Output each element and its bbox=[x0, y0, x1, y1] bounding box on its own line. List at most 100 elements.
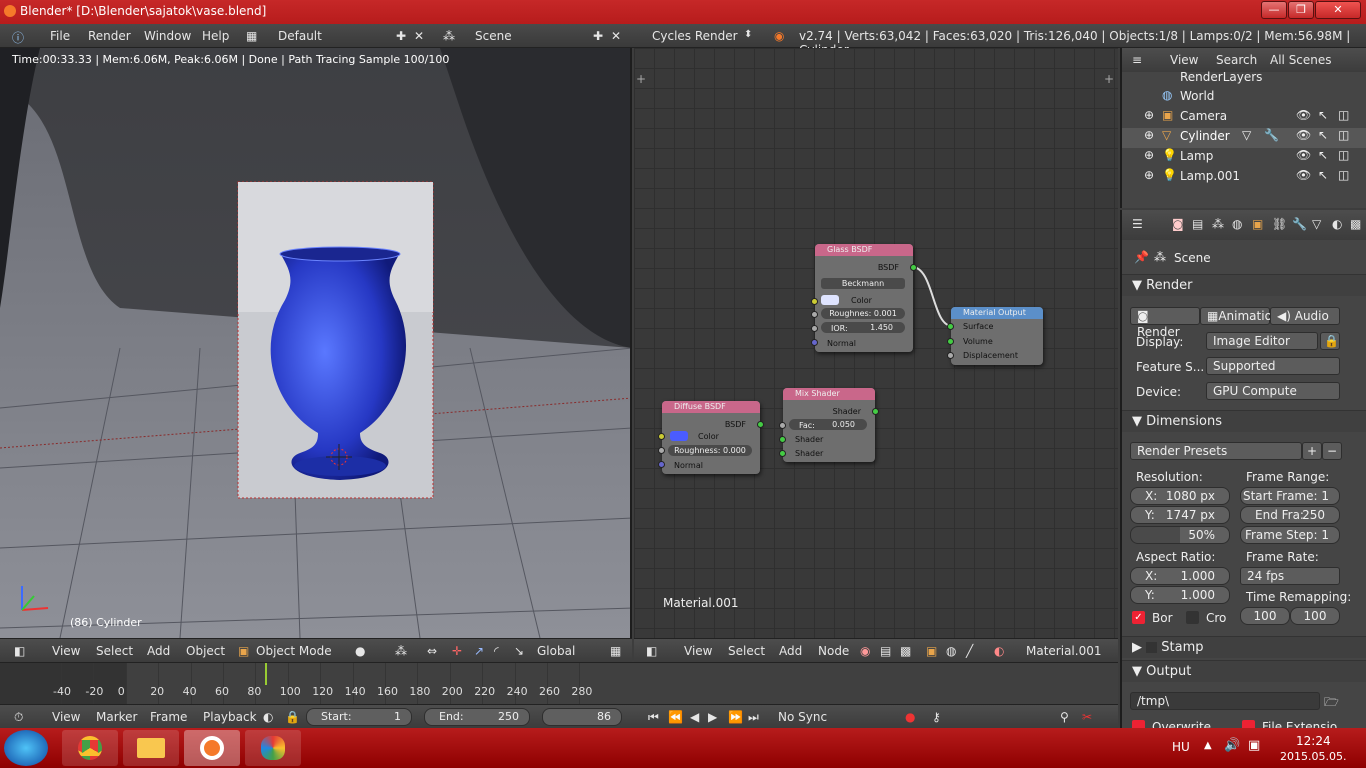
outliner-item-cylinder[interactable]: ⊕ ▽ Cylinder ▽ 🔧 👁 ↖ ◫ bbox=[1122, 128, 1366, 148]
visibility-icon[interactable]: 👁 bbox=[1296, 108, 1311, 122]
device-select[interactable]: GPU Compute bbox=[1206, 382, 1340, 400]
outliner-item-lamp-001[interactable]: ⊕ 💡 Lamp.001 👁 ↖ ◫ bbox=[1122, 168, 1366, 188]
data-tab-icon[interactable]: ▽ bbox=[1312, 217, 1321, 231]
glass-normal-socket[interactable] bbox=[811, 339, 818, 346]
network-icon[interactable]: ▣ bbox=[1248, 738, 1260, 753]
material-tab-icon[interactable]: ◐ bbox=[1332, 217, 1342, 231]
menu-file[interactable]: File bbox=[50, 29, 70, 43]
editor-type-icon[interactable]: ◧ bbox=[14, 644, 25, 658]
lock-icon[interactable]: 🔒 bbox=[1320, 332, 1340, 350]
preview-range-icon[interactable]: ◐ bbox=[263, 710, 273, 724]
properties-editor-icon[interactable]: ☰ bbox=[1132, 217, 1143, 231]
output-panel-header[interactable]: ▼ Output bbox=[1122, 660, 1366, 682]
modifiers-tab-icon[interactable]: 🔧 bbox=[1292, 217, 1307, 231]
close-button[interactable]: ✕ bbox=[1315, 1, 1361, 19]
end-frame-timeline-field[interactable]: End: 250 bbox=[424, 708, 530, 726]
render-toggle-icon[interactable]: ◫ bbox=[1338, 128, 1349, 142]
record-icon[interactable]: ● bbox=[905, 710, 915, 724]
properties-editor[interactable]: ☰ ◙ ▤ ⁂ ◍ ▣ ⛓ 🔧 ▽ ◐ ▩ 📌 ⁂ Scene ▼ Render… bbox=[1120, 210, 1366, 730]
border-checkbox[interactable]: ✓ bbox=[1132, 611, 1145, 624]
node-menu-node[interactable]: Node bbox=[818, 644, 849, 658]
output-volume-socket[interactable] bbox=[947, 338, 954, 345]
outliner-menu-search[interactable]: Search bbox=[1216, 53, 1257, 67]
remove-layout-button[interactable]: ✕ bbox=[414, 29, 424, 43]
compositing-nodes-icon[interactable]: ▩ bbox=[900, 644, 911, 658]
remap-old-field[interactable]: 100 bbox=[1240, 607, 1290, 625]
glass-roughness-socket[interactable] bbox=[811, 311, 818, 318]
render-toggle-icon[interactable]: ◫ bbox=[1338, 168, 1349, 182]
object-shader-icon[interactable]: ▣ bbox=[926, 644, 937, 658]
outliner-filter-select[interactable]: All Scenes bbox=[1270, 53, 1332, 67]
3d-viewport[interactable]: Time:00:33.33 | Mem:6.06M, Peak:6.06M | … bbox=[0, 48, 632, 638]
material-name-field[interactable]: Material.001 bbox=[1026, 644, 1101, 658]
resolution-percentage-slider[interactable]: 50% bbox=[1130, 526, 1230, 544]
object-tab-icon[interactable]: ▣ bbox=[1252, 217, 1263, 231]
menu-render[interactable]: Render bbox=[88, 29, 131, 43]
select-icon[interactable]: ↖ bbox=[1318, 128, 1328, 142]
feature-set-select[interactable]: Supported bbox=[1206, 357, 1340, 375]
resolution-y-field[interactable]: Y: 1747 px bbox=[1130, 506, 1230, 524]
node-editor[interactable]: Glass BSDF BSDF Beckmann Color Roughnes:… bbox=[634, 48, 1118, 638]
visibility-icon[interactable]: 👁 bbox=[1296, 128, 1311, 142]
output-surface-socket[interactable] bbox=[947, 323, 954, 330]
stamp-panel-header[interactable]: ▶ Stamp bbox=[1122, 636, 1366, 658]
keyboard-language[interactable]: HU bbox=[1172, 740, 1190, 754]
mix-shader1-socket[interactable] bbox=[779, 436, 786, 443]
glass-bsdf-node[interactable]: Glass BSDF BSDF Beckmann Color Roughnes:… bbox=[811, 244, 917, 352]
remap-new-field[interactable]: 100 bbox=[1290, 607, 1340, 625]
tray-expand-icon[interactable]: ▲ bbox=[1204, 740, 1212, 751]
remove-scene-button[interactable]: ✕ bbox=[611, 29, 621, 43]
render-engine-select[interactable]: Cycles Render bbox=[652, 29, 738, 43]
expand-icon[interactable]: ⊕ bbox=[1144, 168, 1154, 182]
glass-ior-socket[interactable] bbox=[811, 325, 818, 332]
glass-distribution-select[interactable]: Beckmann bbox=[821, 278, 905, 289]
audio-button[interactable]: ◀) Audio bbox=[1270, 307, 1340, 325]
jump-key-back-icon[interactable]: ⏪ bbox=[668, 710, 683, 724]
start-button[interactable] bbox=[4, 730, 48, 766]
render-layers-tab-icon[interactable]: ▤ bbox=[1192, 217, 1203, 231]
glass-color-socket[interactable] bbox=[811, 298, 818, 305]
menu-help[interactable]: Help bbox=[202, 29, 229, 43]
layout-name[interactable]: Default bbox=[278, 29, 322, 43]
outliner-item-camera[interactable]: ⊕ ▣ Camera 👁 ↖ ◫ bbox=[1122, 108, 1366, 128]
remove-preset-button[interactable]: − bbox=[1322, 442, 1342, 460]
outliner[interactable]: ≡ View Search All Scenes RenderLayers ◍ W… bbox=[1120, 48, 1366, 208]
sync-mode-select[interactable]: No Sync bbox=[778, 710, 827, 724]
render-presets-select[interactable]: Render Presets bbox=[1130, 442, 1302, 460]
render-button[interactable]: ◙ Render bbox=[1130, 307, 1200, 339]
viewport-menu-object[interactable]: Object bbox=[186, 644, 225, 658]
play-reverse-icon[interactable]: ◀ bbox=[690, 710, 699, 724]
timeline-menu-frame[interactable]: Frame bbox=[150, 710, 187, 724]
info-editor-icon[interactable]: ⓘ bbox=[12, 29, 24, 46]
node-editor-type-icon[interactable]: ◧ bbox=[646, 644, 657, 658]
visibility-icon[interactable]: 👁 bbox=[1296, 148, 1311, 162]
glass-roughness-field[interactable]: Roughnes: 0.001 bbox=[821, 308, 905, 319]
diffuse-output-socket[interactable] bbox=[757, 421, 764, 428]
jump-start-icon[interactable]: ⏮ bbox=[648, 710, 659, 725]
outliner-menu-view[interactable]: View bbox=[1170, 53, 1198, 67]
viewport-shading-icon[interactable]: ● bbox=[355, 644, 365, 658]
frame-step-field[interactable]: Frame Step: 1 bbox=[1240, 526, 1340, 544]
delete-keyframe-icon[interactable]: ✂ bbox=[1082, 710, 1092, 724]
render-tab-icon[interactable]: ◙ bbox=[1172, 217, 1184, 231]
resolution-x-field[interactable]: X: 1080 px bbox=[1130, 487, 1230, 505]
timeline-menu-marker[interactable]: Marker bbox=[96, 710, 137, 724]
add-scene-button[interactable]: ✚ bbox=[593, 29, 603, 43]
timeline[interactable]: -40 -20 0 20 40 60 80 100 120 140 160 180 200 220 240 2… bbox=[0, 662, 1118, 705]
maximize-button[interactable]: ❐ bbox=[1288, 1, 1314, 19]
frame-rate-select[interactable]: 24 fps bbox=[1240, 567, 1340, 585]
scene-name[interactable]: Scene bbox=[475, 29, 512, 43]
manipulator-icon[interactable]: ⇔ bbox=[427, 644, 437, 658]
expand-icon[interactable]: ⊕ bbox=[1144, 108, 1154, 122]
linestyle-icon[interactable]: ╱ bbox=[966, 644, 973, 658]
lock-range-icon[interactable]: 🔒 bbox=[285, 710, 300, 724]
material-icon[interactable]: ◐ bbox=[994, 644, 1004, 658]
constraints-tab-icon[interactable]: ⛓ bbox=[1272, 217, 1287, 231]
select-icon[interactable]: ↖ bbox=[1318, 108, 1328, 122]
outliner-item-renderlayers[interactable]: RenderLayers bbox=[1122, 70, 1366, 90]
mix-shader-node[interactable]: Mix Shader Shader Fac: 0.050 Shader Shad… bbox=[779, 388, 879, 462]
viewport-menu-add[interactable]: Add bbox=[147, 644, 170, 658]
outliner-editor-icon[interactable]: ≡ bbox=[1132, 53, 1142, 67]
blender-taskbar-icon[interactable] bbox=[184, 730, 240, 766]
diffuse-color-swatch[interactable] bbox=[670, 431, 688, 441]
